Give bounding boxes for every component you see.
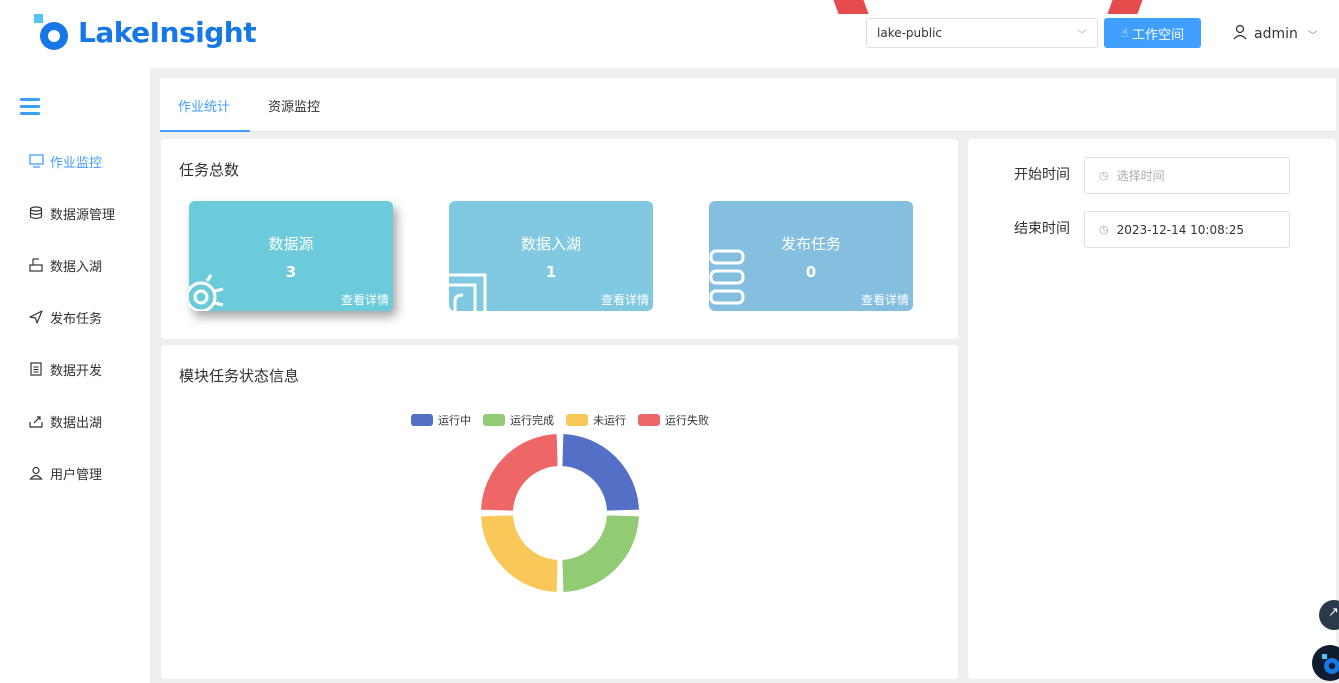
active-tab-indicator [160,130,250,132]
sidebar-item-label: 数据出湖 [50,415,103,431]
start-time-label: 开始时间 [1014,167,1070,183]
workspace-select[interactable]: lake-public ﹀ [866,18,1098,48]
user-menu[interactable]: admin ﹀ [1232,24,1318,44]
send-icon [28,309,44,325]
tab-job-stats[interactable]: 作业统计 [178,96,230,115]
sidebar-item-label: 发布任务 [50,311,103,327]
stat-card-publish-task[interactable]: 发布任务 0 查看详情 [709,201,913,311]
donut-slice[interactable] [479,432,560,513]
legend-label: 未运行 [593,414,626,427]
logo-icon [1322,654,1339,674]
tab-resource-monitor[interactable]: 资源监控 [268,96,320,115]
view-details-link[interactable]: 查看详情 [341,291,389,308]
database-icon [28,205,44,221]
legend-swatch [566,414,588,426]
legend-label: 运行失败 [665,414,709,427]
sidebar-item-user-admin[interactable]: 用户管理 [28,462,102,484]
stat-title: 发布任务 [780,235,841,253]
workspace-button[interactable]: ☝ 工作空间 [1104,18,1201,48]
brand-name: LakeInsight [78,15,257,49]
workspace-select-value: lake-public [877,26,943,40]
document-icon [28,361,44,377]
sidebar-item-label: 作业监控 [50,155,103,171]
sidebar-item-job-monitor[interactable]: 作业监控 [28,150,102,172]
end-time-label: 结束时间 [1014,221,1070,237]
logo-icon [32,12,72,52]
import-icon [28,257,44,273]
stat-card-datasource[interactable]: 数据源 3 查看详情 [189,201,393,311]
panel-title: 任务总数 [179,161,240,179]
end-time-input[interactable]: ◷ 2023-12-14 10:08:25 [1084,211,1290,248]
user-icon [28,465,44,481]
panel-title: 模块任务状态信息 [179,367,300,385]
annotation-mark [833,0,869,14]
stat-card-data-import[interactable]: 数据入湖 1 查看详情 [449,201,653,311]
stat-value: 0 [805,263,817,281]
end-time-value: 2023-12-14 10:08:25 [1116,222,1245,237]
legend-swatch [483,414,505,426]
donut-slice[interactable] [560,513,641,594]
sidebar-item-label: 用户管理 [50,467,103,483]
stat-value: 1 [545,263,557,281]
donut-slice[interactable] [479,513,560,594]
menu-collapse-icon[interactable] [20,98,40,116]
sidebar-item-publish-task[interactable]: 发布任务 [28,306,102,328]
hammer-icon: ↗ [1328,605,1339,620]
donut-slice[interactable] [560,432,641,513]
workspace-button-label: 工作空间 [1132,27,1185,43]
start-time-placeholder: 选择时间 [1116,169,1165,183]
legend-item[interactable]: 运行中 [411,412,471,428]
stat-title: 数据入湖 [520,235,581,253]
sidebar-item-label: 数据入湖 [50,259,103,275]
annotation-mark [1107,0,1143,14]
hand-icon: ☝ [1120,26,1129,40]
legend-swatch [411,414,433,426]
header: LakeInsight lake-public ﹀ ☝ 工作空间 admin ﹀ [0,0,1339,68]
start-time-input[interactable]: ◷ 选择时间 [1084,157,1290,194]
legend-item[interactable]: 未运行 [566,412,626,428]
export-icon [28,413,44,429]
chevron-down-icon: ﹀ [1307,30,1318,42]
chevron-down-icon: ﹀ [1077,29,1087,41]
legend-label: 运行中 [438,414,471,427]
legend-item[interactable]: 运行完成 [483,412,554,428]
sidebar-item-data-export[interactable]: 数据出湖 [28,410,102,432]
monitor-icon [28,153,44,169]
sidebar-item-label: 数据开发 [50,363,103,379]
chart-legend: 运行中 运行完成 未运行 运行失败 [411,412,709,428]
tab-bar: 作业统计 资源监控 [160,78,1336,132]
stat-value: 3 [285,263,297,281]
clock-icon: ◷ [1099,169,1109,182]
legend-item[interactable]: 运行失败 [638,412,709,428]
clock-icon: ◷ [1099,223,1109,236]
user-icon [1232,24,1248,44]
username: admin [1254,26,1298,42]
legend-label: 运行完成 [510,414,554,427]
stat-title: 数据源 [268,235,314,253]
view-details-link[interactable]: 查看详情 [601,291,649,308]
sidebar-item-label: 数据源管理 [50,207,116,223]
view-details-link[interactable]: 查看详情 [861,291,909,308]
donut-segments [479,432,641,594]
sidebar-item-datasource[interactable]: 数据源管理 [28,202,115,224]
status-donut-chart [479,432,641,594]
logo: LakeInsight [32,12,257,52]
sidebar-item-data-dev[interactable]: 数据开发 [28,358,102,380]
assistant-float-button[interactable] [1312,645,1339,681]
legend-swatch [638,414,660,426]
sidebar-item-data-import[interactable]: 数据入湖 [28,254,102,276]
